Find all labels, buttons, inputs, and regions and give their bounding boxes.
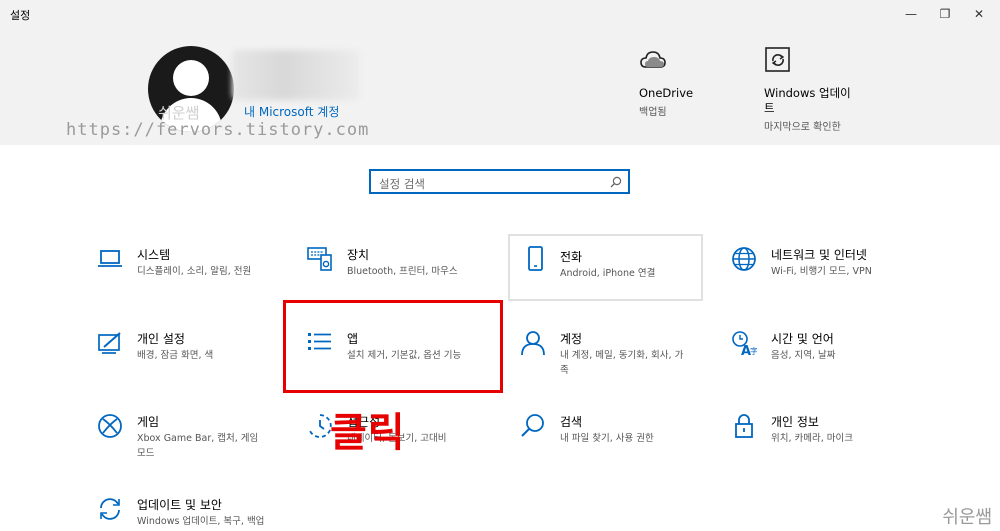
tile-title: 검색 — [560, 415, 583, 429]
tile-privacy[interactable]: 개인 정보 위치, 카메라, 마이크 — [731, 413, 927, 479]
watermark-url: https://fervors.tistory.com — [66, 120, 370, 140]
maximize-icon: ❐ — [939, 7, 951, 21]
tile-title: 시스템 — [137, 248, 171, 262]
tile-subtitle: Android, iPhone 연결 — [560, 268, 656, 279]
windows-update-status: 마지막으로 확인한 — [764, 122, 841, 133]
tile-title: 장치 — [347, 248, 370, 262]
tile-subtitle: Xbox Game Bar, 캡처, 게임 모드 — [137, 433, 259, 459]
person-icon — [521, 331, 545, 356]
laptop-icon — [98, 250, 122, 267]
tile-system[interactable]: 시스템 디스플레이, 소리, 알림, 전원 — [97, 246, 293, 312]
minimize-button[interactable]: — — [894, 0, 928, 28]
maximize-button[interactable]: ❐ — [928, 0, 962, 28]
personalization-icon — [98, 332, 121, 354]
time-language-icon: A 字 — [732, 331, 757, 356]
click-annotation: 클릭 — [330, 410, 406, 456]
minimize-icon: — — [905, 7, 917, 21]
tile-title: 개인 설정 — [137, 332, 185, 346]
tile-subtitle: 음성, 지역, 날짜 — [771, 350, 836, 361]
update-icon — [765, 47, 790, 72]
tile-title: 전화 — [560, 250, 583, 264]
tile-personalization[interactable]: 개인 설정 배경, 잠금 화면, 색 — [97, 330, 293, 396]
tile-time-language[interactable]: A 字 시간 및 언어 음성, 지역, 날짜 — [731, 330, 927, 396]
search-placeholder: 설정 검색 — [379, 177, 425, 191]
tile-subtitle: 위치, 카메라, 마이크 — [771, 433, 853, 444]
search-icon — [610, 176, 622, 188]
tile-phone[interactable]: 전화 Android, iPhone 연결 — [508, 234, 703, 301]
tile-gaming[interactable]: 게임 Xbox Game Bar, 캡처, 게임 모드 — [97, 413, 293, 479]
corner-watermark: 쉬운쌤 — [942, 507, 992, 528]
windows-update-name: Windows 업데이트 — [764, 86, 851, 115]
close-button[interactable]: ✕ — [962, 0, 996, 28]
tile-network[interactable]: 네트워크 및 인터넷 Wi-Fi, 비행기 모드, VPN — [731, 246, 927, 312]
tile-update-security[interactable]: 업데이트 및 보안 Windows 업데이트, 복구, 백업 — [97, 496, 293, 528]
tile-subtitle: 디스플레이, 소리, 알림, 전원 — [137, 266, 252, 277]
tile-accounts[interactable]: 계정 내 계정, 메일, 동기화, 회사, 가족 — [520, 330, 716, 396]
phone-icon — [528, 246, 543, 271]
search-box[interactable]: 설정 검색 — [369, 169, 630, 194]
close-icon: ✕ — [973, 7, 985, 21]
title-bar: 설정 — ❐ ✕ — [0, 0, 1000, 30]
onedrive-name: OneDrive — [639, 86, 694, 100]
globe-icon — [732, 247, 756, 271]
lock-icon — [735, 414, 753, 438]
tile-title: 개인 정보 — [771, 415, 819, 429]
window-title: 설정 — [10, 9, 31, 22]
microsoft-account-link[interactable]: 내 Microsoft 계정 — [244, 103, 339, 120]
tile-search[interactable]: 검색 내 파일 찾기, 사용 권한 — [520, 413, 716, 479]
xbox-icon — [98, 414, 122, 438]
cloud-icon — [640, 51, 666, 68]
search-icon — [521, 414, 544, 437]
tile-subtitle: 배경, 잠금 화면, 색 — [137, 350, 214, 361]
tile-subtitle: Windows 업데이트, 복구, 백업 — [137, 516, 265, 527]
tile-title: 게임 — [137, 415, 160, 429]
sync-icon — [100, 498, 120, 520]
windows-update-item[interactable]: Windows 업데이트 마지막으로 확인한 — [764, 46, 854, 133]
tile-subtitle: 내 파일 찾기, 사용 권한 — [560, 433, 654, 444]
tile-subtitle: Wi-Fi, 비행기 모드, VPN — [771, 266, 872, 277]
onedrive-item[interactable]: OneDrive 백업됨 — [639, 46, 693, 118]
tile-subtitle: 내 계정, 메일, 동기화, 회사, 가족 — [560, 350, 684, 376]
highlight-box — [283, 300, 503, 393]
svg-text:字: 字 — [750, 346, 757, 356]
tile-title: 계정 — [560, 332, 583, 346]
tile-title: 업데이트 및 보안 — [137, 498, 222, 512]
tile-title: 시간 및 언어 — [771, 332, 834, 346]
account-name-blurred — [232, 50, 360, 100]
onedrive-status: 백업됨 — [639, 107, 667, 118]
devices-icon — [307, 247, 332, 271]
tile-subtitle: Bluetooth, 프린터, 마우스 — [347, 266, 458, 277]
tile-title: 네트워크 및 인터넷 — [771, 248, 867, 262]
